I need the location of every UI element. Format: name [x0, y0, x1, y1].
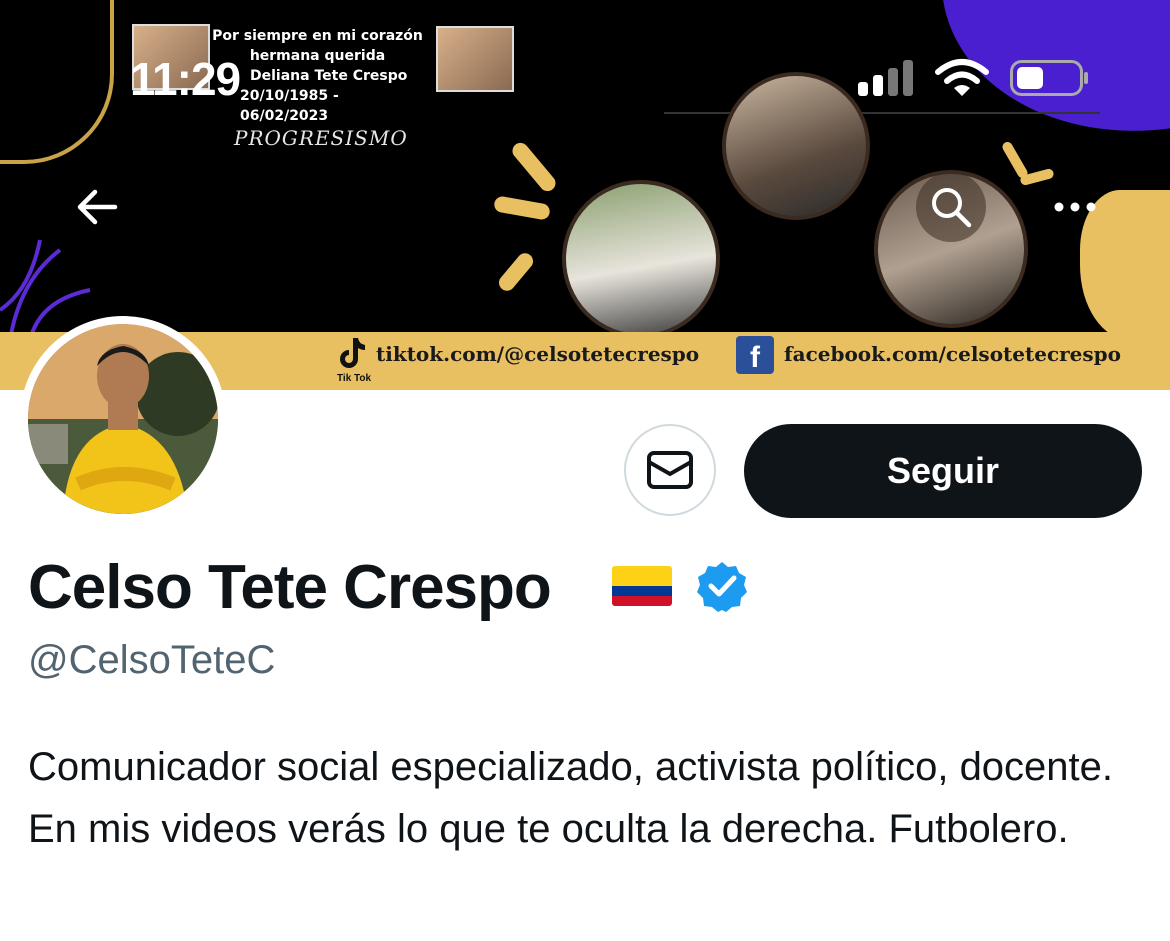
wifi-icon: [935, 59, 989, 96]
colombia-flag-icon: [612, 566, 672, 606]
ray-decoration: [509, 139, 559, 195]
avatar-portrait: [28, 324, 218, 514]
memorial-line: Por siempre en mi corazón: [212, 28, 423, 44]
search-button[interactable]: [916, 172, 986, 242]
search-icon: [932, 188, 972, 228]
banner-slogan: PROGRESISMO: [234, 126, 408, 150]
follow-button[interactable]: Seguir: [744, 424, 1142, 518]
mail-icon: [647, 451, 693, 489]
memorial-line: 20/10/1985 - 06/02/2023: [240, 88, 339, 124]
ray-decoration: [495, 250, 537, 294]
arrow-left-icon: [77, 189, 118, 225]
facebook-link[interactable]: facebook.com/celsotetecrespo: [784, 342, 1121, 366]
memorial-line: Deliana Tete Crespo: [250, 68, 408, 84]
back-button[interactable]: [62, 172, 132, 242]
memorial-line: hermana querida: [249, 48, 386, 64]
verified-badge-icon[interactable]: [696, 560, 748, 612]
more-options-button[interactable]: [1040, 172, 1110, 242]
banner-decoration: [0, 0, 114, 164]
status-time: 11:29: [130, 53, 241, 105]
memorial-text: Por siempre en mi corazón hermana querid…: [210, 26, 425, 126]
tiktok-link[interactable]: tiktok.com/@celsotetecrespo: [376, 342, 699, 366]
facebook-icon: f: [736, 336, 774, 374]
cellular-signal-icon: [858, 60, 913, 96]
tiktok-caption: Tik Tok: [337, 373, 372, 384]
battery-icon: [1010, 60, 1088, 96]
profile-bio: Comunicador social especializado, activi…: [28, 745, 1114, 851]
ray-decoration: [493, 195, 551, 221]
display-name: Celso Tete Crespo: [28, 553, 552, 622]
more-horizontal-icon: [1054, 202, 1096, 212]
banner-photo: [562, 180, 720, 338]
memorial-photo: [436, 26, 514, 92]
message-button[interactable]: [624, 424, 716, 516]
avatar[interactable]: [20, 316, 226, 522]
user-handle: @CelsoTeteC: [28, 638, 276, 682]
tiktok-icon: [340, 338, 365, 368]
banner-photo: [722, 72, 870, 220]
avatar-image: [28, 324, 218, 514]
